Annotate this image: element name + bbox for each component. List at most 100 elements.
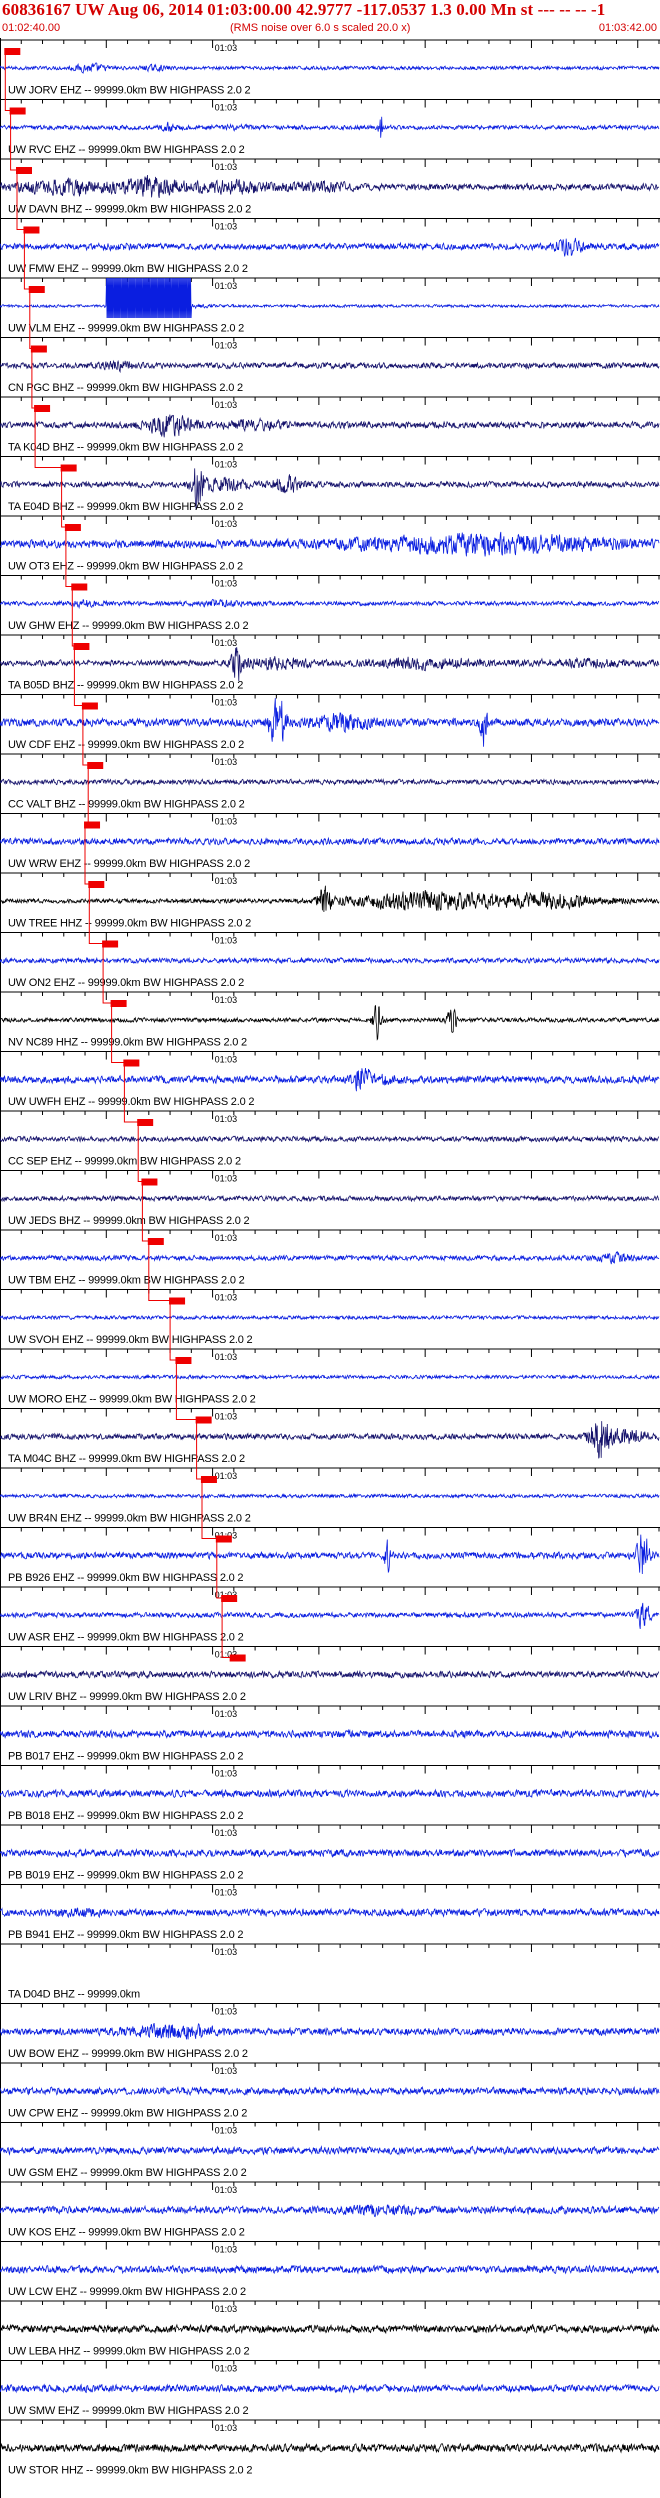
tick-label: 01:03 xyxy=(215,222,238,232)
station-label: UW DAVN BHZ -- 99999.0km BW HIGHPASS 2.0… xyxy=(8,204,251,216)
seismogram-plot: 01:03 UW JORV EHZ -- 99999.0km BW HIGHPAS… xyxy=(0,38,660,2498)
station-label: NV NC89 HHZ -- 99999.0km BW HIGHPASS 2.0… xyxy=(8,1037,247,1049)
trace-row: 01:03 TA B05D BHZ -- 99999.0km BW HIGHPAS… xyxy=(0,634,660,692)
station-label: UW RVC EHZ -- 99999.0km BW HIGHPASS 2.0 … xyxy=(8,144,245,156)
trace-row: 01:03 UW JORV EHZ -- 99999.0km BW HIGHPAS… xyxy=(0,39,660,97)
station-label: UW LEBA HHZ -- 99999.0km BW HIGHPASS 2.0… xyxy=(8,2346,249,2358)
pick-marker xyxy=(30,345,47,353)
pick-marker xyxy=(123,1059,140,1067)
pick-marker xyxy=(23,226,40,234)
trace-row: 01:03 UW MORO EHZ -- 99999.0km BW HIGHPAS… xyxy=(0,1348,660,1406)
tick-label: 01:03 xyxy=(215,341,238,351)
station-label: TA B05D BHZ -- 99999.0km BW HIGHPASS 2.0… xyxy=(8,680,243,692)
station-label: PB B018 EHZ -- 99999.0km BW HIGHPASS 2.0… xyxy=(8,1810,243,1822)
station-label: UW CDF EHZ -- 99999.0km BW HIGHPASS 2.0 … xyxy=(8,739,244,751)
tick-label: 01:03 xyxy=(215,698,238,708)
station-label: TA K04D BHZ -- 99999.0km BW HIGHPASS 2.0… xyxy=(8,442,243,454)
station-label: UW JORV EHZ -- 99999.0km BW HIGHPASS 2.0… xyxy=(8,85,251,97)
waveform xyxy=(0,1250,660,1265)
station-label: UW WRW EHZ -- 99999.0km BW HIGHPASS 2.0 … xyxy=(8,858,250,870)
tick-label: 01:03 xyxy=(215,2245,238,2255)
tick-label: 01:03 xyxy=(215,1828,238,1838)
station-label: UW CPW EHZ -- 99999.0km BW HIGHPASS 2.0 … xyxy=(8,2108,247,2120)
trace-row: 01:03 UW FMW EHZ -- 99999.0km BW HIGHPASS… xyxy=(0,218,660,275)
pick-marker xyxy=(169,1297,186,1305)
tick-label: 01:03 xyxy=(215,2423,238,2433)
trace-row: 01:03 UW BOW EHZ -- 99999.0km BW HIGHPASS… xyxy=(0,2003,660,2060)
pick-marker xyxy=(81,702,98,710)
pick-marker xyxy=(28,286,45,293)
trace-row: 01:03 NV NC89 HHZ -- 99999.0km BW HIGHPAS… xyxy=(0,991,660,1049)
pick-marker xyxy=(4,48,21,55)
trace-row: 01:03 TA E04D BHZ -- 99999.0km BW HIGHPAS… xyxy=(0,456,660,513)
station-label: UW FMW EHZ -- 99999.0km BW HIGHPASS 2.0 … xyxy=(8,263,248,275)
tick-label: 01:03 xyxy=(215,876,238,886)
station-label: UW GSM EHZ -- 99999.0km BW HIGHPASS 2.0 … xyxy=(8,2167,247,2179)
station-label: UW SVOH EHZ -- 99999.0km BW HIGHPASS 2.0… xyxy=(8,1334,253,1346)
trace-row: 01:03 UW CDF EHZ -- 99999.0km BW HIGHPASS… xyxy=(0,694,660,751)
waveform xyxy=(0,2085,660,2097)
tick-label: 01:03 xyxy=(215,2304,238,2314)
pick-marker xyxy=(221,1595,238,1602)
tick-label: 01:03 xyxy=(215,1055,238,1065)
waveform xyxy=(0,1135,660,1144)
waveform xyxy=(0,1492,660,1500)
tick-label: 01:03 xyxy=(215,460,238,470)
station-label: PB B019 EHZ -- 99999.0km BW HIGHPASS 2.0… xyxy=(8,1870,243,1882)
trace-row: 01:03 CC VALT BHZ -- 99999.0km BW HIGHPAS… xyxy=(0,753,660,811)
event-title: 60836167 UW Aug 06, 2014 01:03:00.00 42.… xyxy=(2,0,606,19)
waveform xyxy=(0,237,660,257)
scaling-note: (RMS noise over 6.0 s scaled 20.0 x) xyxy=(230,22,411,34)
station-label: UW LRIV BHZ -- 99999.0km BW HIGHPASS 2.0… xyxy=(8,1691,246,1703)
trace-row: 01:03PB B926 EHZ -- 99999.0km BW HIGHPAS… xyxy=(0,1527,660,1584)
waveform xyxy=(0,62,660,74)
tick-label: 01:03 xyxy=(215,162,238,172)
pick-marker xyxy=(34,405,51,412)
station-label: UW ON2 EHZ -- 99999.0km BW HIGHPASS 2.0 … xyxy=(8,977,244,989)
waveform xyxy=(0,277,660,319)
tick-label: 01:03 xyxy=(215,400,238,410)
tick-label: 01:03 xyxy=(215,817,238,827)
station-label: UW MORO EHZ -- 99999.0km BW HIGHPASS 2.0… xyxy=(8,1394,256,1406)
tick-label: 01:03 xyxy=(215,2066,238,2076)
station-label: PB B017 EHZ -- 99999.0km BW HIGHPASS 2.0… xyxy=(8,1751,243,1763)
trace-row: 01:03 TA D04D BHZ -- 99999.0km xyxy=(0,1943,660,2001)
pick-marker xyxy=(175,1357,192,1364)
window-start-time: 01:02:40.00 xyxy=(2,22,61,34)
station-label: UW TBM EHZ -- 99999.0km BW HIGHPASS 2.0 … xyxy=(8,1275,245,1287)
station-label: PB B941 EHZ -- 99999.0km BW HIGHPASS 2.0… xyxy=(8,1929,243,1941)
station-label: TA D04D BHZ -- 99999.0km xyxy=(8,1989,140,2001)
tick-label: 01:03 xyxy=(215,103,238,113)
pick-marker xyxy=(141,1178,158,1186)
tick-label: 01:03 xyxy=(215,1412,238,1422)
waveform xyxy=(0,1907,660,1919)
tick-label: 01:03 xyxy=(215,1888,238,1898)
trace-row: 01:03 UW GHW EHZ -- 99999.0km BW HIGHPASS… xyxy=(0,575,660,632)
tick-label: 01:03 xyxy=(215,995,238,1005)
waveform xyxy=(0,1788,660,1799)
waveform xyxy=(0,1194,660,1203)
pick-marker xyxy=(137,1119,154,1126)
trace-row: 01:03 CC SEP EHZ -- 99999.0km BW HIGHPASS… xyxy=(0,1110,660,1168)
waveform xyxy=(0,1728,660,1740)
pick-marker xyxy=(71,583,88,591)
record-header: 60836167 UW Aug 06, 2014 01:03:00.00 42.… xyxy=(0,0,660,38)
trace-row: 01:03 UW LEBA HHZ -- 99999.0km BW HIGHPAS… xyxy=(0,2300,660,2358)
waveform xyxy=(0,2442,660,2454)
trace-row: 01:03 UW SVOH EHZ -- 99999.0km BW HIGHPAS… xyxy=(0,1289,660,1346)
station-label: UW LCW EHZ -- 99999.0km BW HIGHPASS 2.0 … xyxy=(8,2286,246,2298)
station-label: UW KOS EHZ -- 99999.0km BW HIGHPASS 2.0 … xyxy=(8,2227,245,2239)
tick-label: 01:03 xyxy=(215,2007,238,2017)
waveform xyxy=(0,116,660,138)
trace-row: 01:03 PB B017 EHZ -- 99999.0km BW HIGHPAS… xyxy=(0,1705,660,1763)
pick-marker xyxy=(73,643,90,650)
tick-label: 01:03 xyxy=(215,1293,238,1303)
pick-marker xyxy=(110,1000,127,1007)
waveform xyxy=(0,2145,660,2156)
window-end-time: 01:03:42.00 xyxy=(598,22,657,34)
tick-label: 01:03 xyxy=(215,281,238,291)
trace-row: 01:03 UW RVC EHZ -- 99999.0km BW HIGHPASS… xyxy=(0,99,660,156)
tick-label: 01:03 xyxy=(215,1233,238,1243)
trace-row: 01:03 UW GSM EHZ -- 99999.0km BW HIGHPASS… xyxy=(0,2122,660,2179)
waveform xyxy=(0,359,660,374)
